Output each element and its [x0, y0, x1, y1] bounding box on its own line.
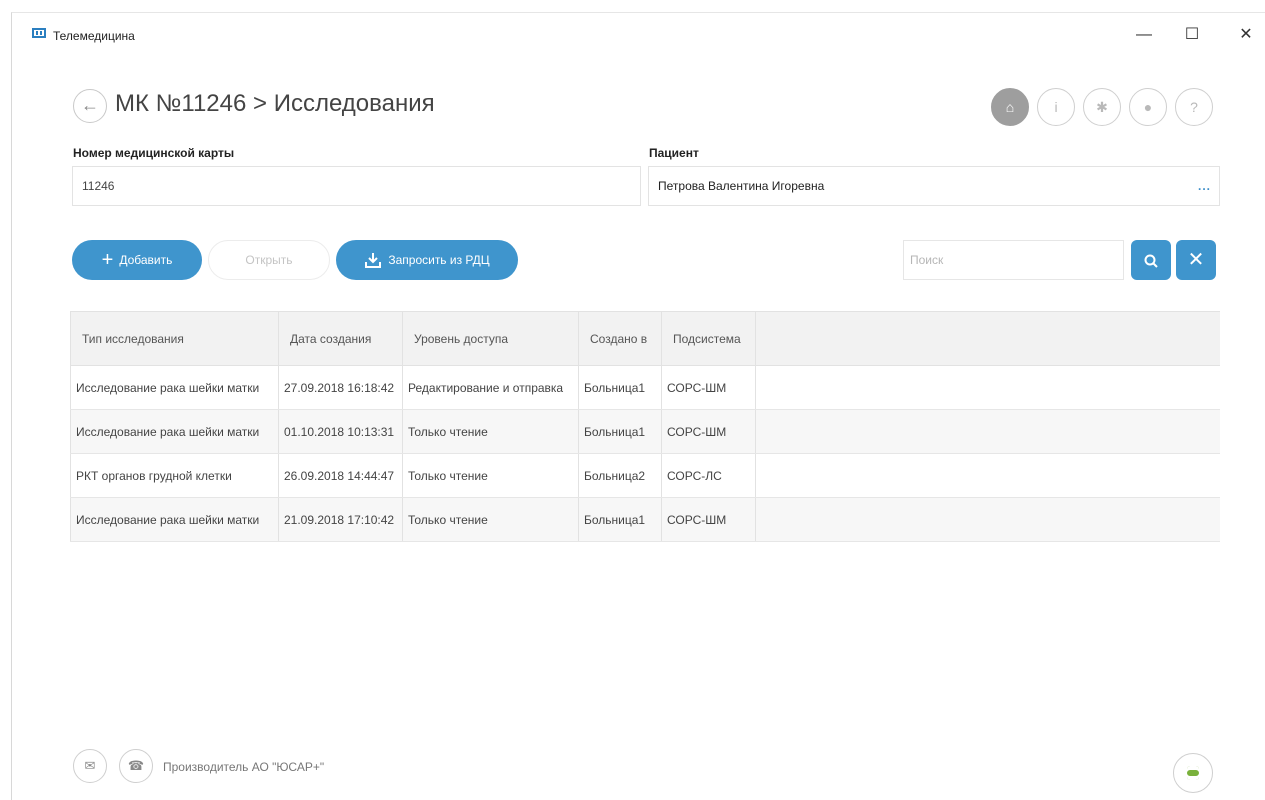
column-header-subsystem[interactable]: Подсистема [662, 312, 756, 365]
cell-type: Исследование рака шейки матки [70, 410, 279, 453]
patient-select-button[interactable]: ... [1198, 167, 1211, 205]
table-row[interactable]: Исследование рака шейки матки 21.09.2018… [70, 498, 1220, 542]
table-header: Тип исследования Дата создания Уровень д… [70, 311, 1220, 366]
column-header-filler [756, 312, 1220, 365]
patient-value: Петрова Валентина Игоревна [658, 179, 825, 193]
cell-created-in: Больница1 [579, 498, 662, 541]
patient-label: Пациент [649, 146, 699, 160]
table-row[interactable]: РКТ органов грудной клетки 26.09.2018 14… [70, 454, 1220, 498]
mail-button[interactable]: ✉ [73, 749, 107, 783]
cell-subsystem: СОРС-ШМ [662, 366, 756, 409]
cell-subsystem: СОРС-ШМ [662, 498, 756, 541]
cell-filler [756, 410, 1220, 453]
cell-created-in: Больница1 [579, 366, 662, 409]
research-table: Тип исследования Дата создания Уровень д… [70, 311, 1220, 542]
column-header-created-date[interactable]: Дата создания [279, 312, 403, 365]
add-button[interactable]: + Добавить [72, 240, 202, 280]
card-number-field[interactable]: 11246 [72, 166, 641, 206]
add-button-label: Добавить [119, 253, 173, 267]
search-input[interactable] [903, 240, 1124, 280]
database-icon [1187, 765, 1199, 780]
cell-type: Исследование рака шейки матки [70, 498, 279, 541]
home-icon: ⌂ [1005, 99, 1015, 115]
open-button-label: Открыть [245, 253, 293, 267]
user-button[interactable]: ● [1129, 88, 1167, 126]
cell-access-level: Только чтение [403, 454, 579, 497]
help-icon: ? [1190, 99, 1198, 115]
gear-icon: ✱ [1096, 99, 1108, 115]
table-row[interactable]: Исследование рака шейки матки 27.09.2018… [70, 366, 1220, 410]
database-status-button[interactable] [1173, 753, 1213, 793]
cell-filler [756, 498, 1220, 541]
mail-icon: ✉ [84, 758, 96, 773]
plus-icon: + [101, 249, 114, 271]
user-icon: ● [1143, 99, 1153, 115]
help-button[interactable]: ? [1175, 88, 1213, 126]
cell-filler [756, 454, 1220, 497]
minimize-button[interactable]: — [1134, 25, 1154, 45]
cell-created-date: 21.09.2018 17:10:42 [279, 498, 403, 541]
cell-type: РКТ органов грудной клетки [70, 454, 279, 497]
clear-search-button[interactable]: ✕ [1176, 240, 1216, 280]
header-icon-group: ⌂ i ✱ ● ? [991, 88, 1213, 126]
card-number-value: 11246 [82, 179, 115, 193]
info-icon: i [1054, 99, 1058, 115]
cell-created-date: 27.09.2018 16:18:42 [279, 366, 403, 409]
cell-created-in: Больница2 [579, 454, 662, 497]
table-row[interactable]: Исследование рака шейки матки 01.10.2018… [70, 410, 1220, 454]
close-window-button[interactable]: ✕ [1236, 25, 1256, 45]
cell-access-level: Только чтение [403, 410, 579, 453]
download-icon [365, 253, 382, 268]
app-title: Телемедицина [53, 29, 135, 43]
home-button[interactable]: ⌂ [991, 88, 1029, 126]
back-button[interactable]: ← [73, 89, 107, 123]
cell-created-in: Больница1 [579, 410, 662, 453]
column-header-type[interactable]: Тип исследования [70, 312, 279, 365]
cell-created-date: 01.10.2018 10:13:31 [279, 410, 403, 453]
close-icon: ✕ [1187, 249, 1205, 271]
cell-filler [756, 366, 1220, 409]
app-logo-icon [32, 28, 46, 38]
phone-icon: ☎ [127, 758, 145, 773]
phone-button[interactable]: ☎ [119, 749, 153, 783]
manufacturer-text: Производитель АО "ЮСАР+" [163, 760, 325, 774]
card-number-label: Номер медицинской карты [73, 146, 235, 160]
patient-field[interactable]: Петрова Валентина Игоревна ... [648, 166, 1220, 206]
info-button[interactable]: i [1037, 88, 1075, 126]
page-title: МК №11246 > Исследования [115, 90, 435, 117]
cell-access-level: Редактирование и отправка [403, 366, 579, 409]
search-button[interactable] [1131, 240, 1171, 280]
app-window: Телемедицина — ☐ ✕ ← МК №11246 > Исследо… [11, 12, 1265, 800]
settings-button[interactable]: ✱ [1083, 88, 1121, 126]
column-header-created-in[interactable]: Создано в [579, 312, 662, 365]
open-button[interactable]: Открыть [208, 240, 330, 280]
maximize-button[interactable]: ☐ [1182, 25, 1202, 45]
search-icon [1144, 254, 1158, 268]
cell-created-date: 26.09.2018 14:44:47 [279, 454, 403, 497]
cell-subsystem: СОРС-ЛС [662, 454, 756, 497]
request-from-rdc-button[interactable]: Запросить из РДЦ [336, 240, 518, 280]
cell-access-level: Только чтение [403, 498, 579, 541]
title-bar: Телемедицина — ☐ ✕ [12, 13, 1265, 59]
cell-subsystem: СОРС-ШМ [662, 410, 756, 453]
column-header-access-level[interactable]: Уровень доступа [403, 312, 579, 365]
arrow-left-icon: ← [81, 95, 99, 115]
cell-type: Исследование рака шейки матки [70, 366, 279, 409]
request-button-label: Запросить из РДЦ [388, 253, 490, 267]
